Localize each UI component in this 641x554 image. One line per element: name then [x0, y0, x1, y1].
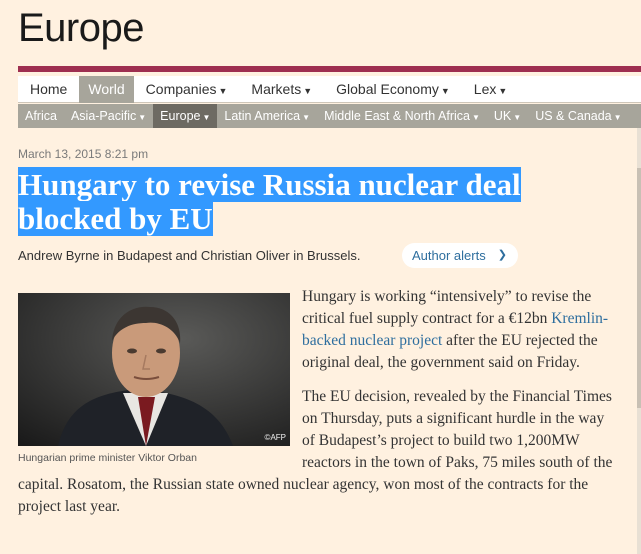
nav-markets[interactable]: Markets ▼	[239, 76, 324, 103]
article-headline: Hungary to revise Russia nuclear deal bl…	[18, 167, 618, 236]
subnav-europe[interactable]: Europe ▼	[153, 104, 218, 128]
subnav-latin-america-label: Latin America	[224, 109, 301, 123]
nav-global-economy-label: Global Economy	[336, 80, 439, 97]
headline-line-1: Hungary to revise Russia nuclear deal	[18, 167, 521, 202]
nav-world[interactable]: World	[79, 75, 134, 103]
section-rule	[18, 66, 641, 72]
nav-global-economy[interactable]: Global Economy ▼	[324, 76, 462, 103]
subnav-middle-east[interactable]: Middle East & North Africa ▼	[317, 104, 487, 128]
image-spacer	[18, 286, 302, 464]
nav-home-label: Home	[30, 80, 68, 97]
author-alerts-label: Author alerts	[412, 248, 486, 263]
subnav-us-canada[interactable]: US & Canada ▼	[528, 104, 628, 128]
subnav-us-canada-label: US & Canada	[535, 109, 612, 123]
chevron-down-icon: ▼	[302, 113, 311, 122]
scrollbar-thumb[interactable]	[637, 168, 641, 408]
chevron-down-icon: ▼	[218, 85, 228, 96]
nav-companies[interactable]: Companies ▼	[134, 76, 240, 103]
nav-companies-label: Companies	[145, 80, 217, 97]
chevron-down-icon: ▼	[303, 85, 313, 96]
subnav-asia-pacific[interactable]: Asia-Pacific ▼	[64, 104, 153, 128]
chevron-down-icon: ▼	[471, 113, 480, 122]
article-body: Hungary is working “intensively” to revi…	[18, 286, 618, 530]
primary-nav: Home World Companies ▼ Markets ▼ Global Ec…	[18, 75, 641, 103]
chevron-down-icon: ▼	[498, 85, 508, 96]
author-alerts-button[interactable]: Author alerts ❯	[402, 243, 518, 268]
nav-lex-label: Lex	[473, 80, 497, 97]
secondary-nav: Africa Asia-Pacific ▼ Europe ▼ Latin Ameri…	[18, 104, 641, 128]
nav-markets-label: Markets	[251, 80, 302, 97]
subnav-middle-east-label: Middle East & North Africa	[324, 109, 470, 123]
subnav-africa-label: Africa	[25, 109, 57, 123]
article-date: March 13, 2015 8:21 pm	[18, 147, 149, 161]
section-title: Europe	[18, 6, 144, 50]
nav-lex[interactable]: Lex ▼	[462, 76, 520, 103]
page-scrollbar[interactable]	[637, 128, 641, 554]
subnav-uk-label: UK	[493, 109, 512, 123]
subnav-uk[interactable]: UK ▼	[487, 104, 528, 128]
subnav-latin-america[interactable]: Latin America ▼	[217, 104, 317, 128]
chevron-down-icon: ▼	[613, 113, 622, 122]
headline-line-2: blocked by EU	[18, 201, 213, 236]
chevron-down-icon: ❯	[497, 249, 507, 261]
chevron-down-icon: ▼	[138, 113, 147, 122]
nav-world-label: World	[88, 80, 125, 97]
article-byline: Andrew Byrne in Budapest and Christian O…	[18, 248, 361, 263]
paragraph-1-text-a: Hungary is working “intensively” to revi…	[302, 288, 592, 327]
subnav-asia-pacific-label: Asia-Pacific	[70, 109, 137, 123]
subnav-africa[interactable]: Africa	[18, 104, 64, 128]
chevron-down-icon: ▼	[202, 113, 211, 122]
subnav-europe-label: Europe	[160, 109, 201, 123]
chevron-down-icon: ▼	[513, 113, 522, 122]
chevron-down-icon: ▼	[440, 85, 450, 96]
nav-home[interactable]: Home	[18, 76, 79, 103]
